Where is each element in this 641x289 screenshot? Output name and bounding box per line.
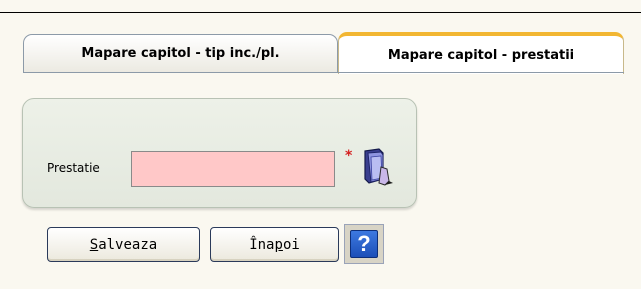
prestatie-input[interactable]: [131, 151, 335, 187]
tab-mapare-prestatii[interactable]: Mapare capitol - prestatii: [338, 32, 624, 74]
required-marker: *: [345, 148, 353, 164]
back-mnemonic: p: [274, 236, 283, 253]
prestatie-label: Prestatie: [47, 161, 100, 175]
save-mnemonic: S: [89, 236, 99, 253]
back-button[interactable]: Îna p oi: [210, 227, 339, 262]
tab-label: Mapare capitol - tip inc./pl.: [81, 46, 280, 61]
tab-label: Mapare capitol - prestatii: [387, 47, 575, 63]
save-button[interactable]: Salveaza: [47, 227, 200, 262]
help-button[interactable]: ?: [344, 224, 384, 264]
back-label-pre: Îna: [249, 236, 275, 253]
tab-mapare-tip[interactable]: Mapare capitol - tip inc./pl.: [23, 34, 338, 72]
save-label-rest: alveaza: [98, 236, 158, 253]
folder-lookup-icon[interactable]: [359, 145, 397, 189]
window: Mapare capitol - tip inc./pl. Mapare cap…: [0, 0, 641, 289]
tab-strip-divider: [23, 72, 624, 73]
back-label-post: oi: [282, 236, 300, 253]
top-divider: [0, 12, 641, 13]
help-icon: ?: [350, 230, 378, 258]
